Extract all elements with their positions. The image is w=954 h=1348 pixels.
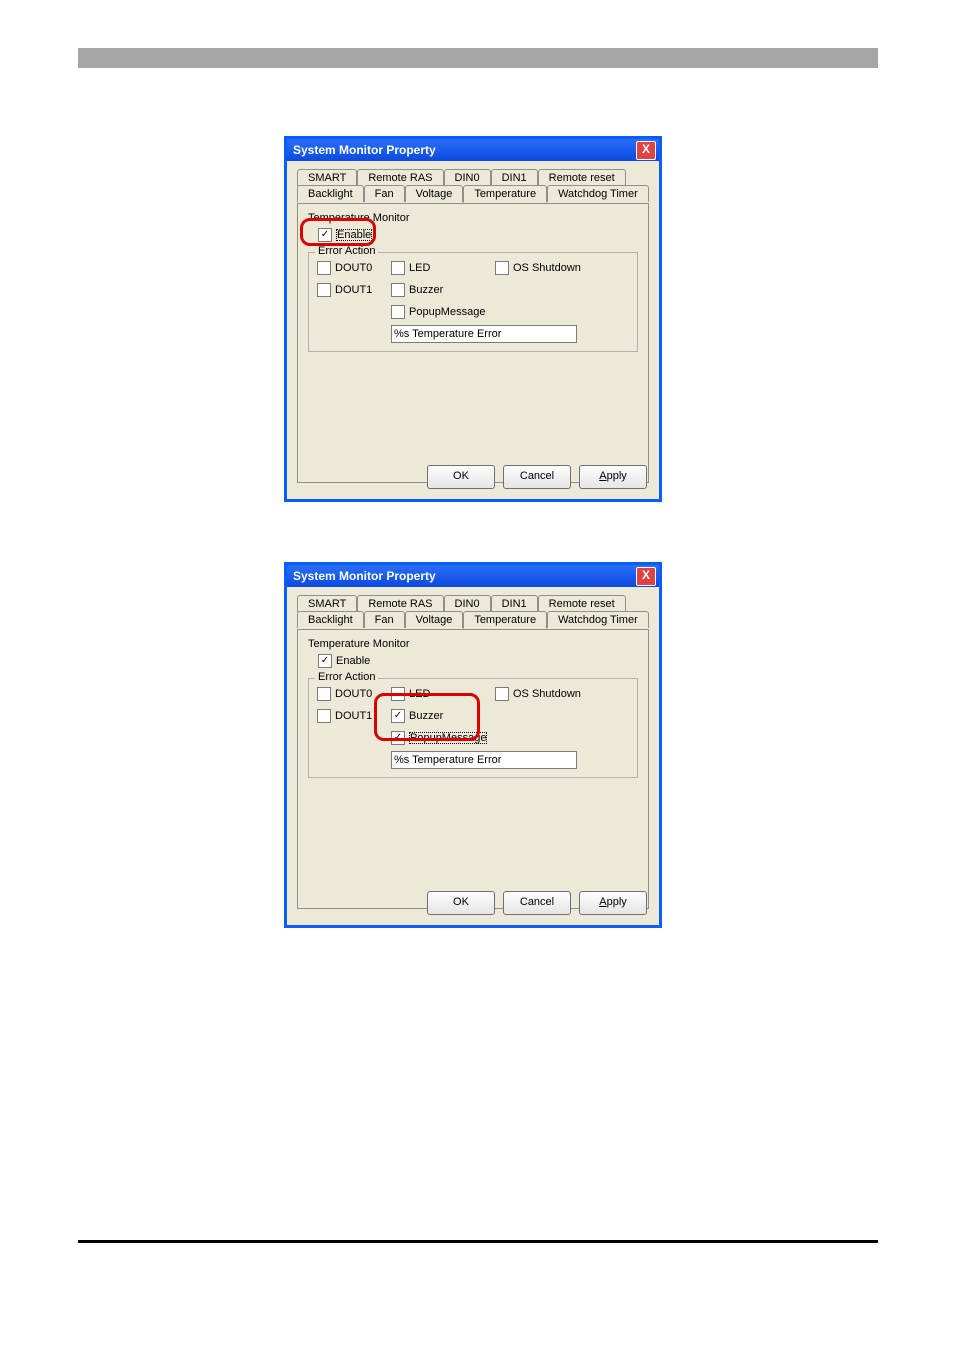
group-title: Temperature Monitor [308,638,638,650]
os-shutdown-checkbox[interactable] [495,261,509,275]
dout1-checkbox[interactable] [317,709,331,723]
cancel-button[interactable]: Cancel [503,891,571,915]
os-shutdown-label: OS Shutdown [513,688,581,700]
led-checkbox[interactable] [391,261,405,275]
buzzer-checkbox[interactable] [391,283,405,297]
dout0-label: DOUT0 [335,688,372,700]
close-button[interactable]: X [636,141,656,160]
led-label: LED [409,688,430,700]
window-title: System Monitor Property [293,569,436,583]
system-monitor-dialog-2: System Monitor Property X SMART Remote R… [284,562,662,928]
enable-label: Enable [336,655,370,667]
popup-label: PopupMessage [409,732,487,744]
dout0-checkbox[interactable] [317,261,331,275]
enable-label: Enable [336,229,372,241]
titlebar[interactable]: System Monitor Property X [287,139,659,161]
error-action-group: Error Action DOUT0 LED OS Shutdown DOUT1… [308,252,638,352]
error-action-group: Error Action DOUT0 LED OS Shutdown DOUT1… [308,678,638,778]
tab-backlight[interactable]: Backlight [297,611,364,628]
buzzer-label: Buzzer [409,284,443,296]
close-icon: X [642,142,650,156]
dout0-label: DOUT0 [335,262,372,274]
system-monitor-dialog-1: System Monitor Property X SMART Remote R… [284,136,662,502]
tab-temperature[interactable]: Temperature [463,611,547,629]
tab-panel: Temperature Monitor Enable Error Action … [297,629,649,909]
window-title: System Monitor Property [293,143,436,157]
led-checkbox[interactable] [391,687,405,701]
tab-panel: Temperature Monitor Enable Error Action … [297,203,649,483]
tab-fan[interactable]: Fan [364,185,405,202]
dialog-buttons: OK Cancel Apply [427,891,647,915]
error-action-legend: Error Action [315,671,378,683]
tab-watchdog[interactable]: Watchdog Timer [547,185,649,202]
enable-checkbox[interactable] [318,654,332,668]
apply-button[interactable]: Apply [579,891,647,915]
ok-button[interactable]: OK [427,465,495,489]
buzzer-checkbox[interactable] [391,709,405,723]
tab-watchdog[interactable]: Watchdog Timer [547,611,649,628]
popup-checkbox[interactable] [391,305,405,319]
page-header-bar [78,48,878,68]
tab-strip: SMART Remote RAS DIN0 DIN1 Remote reset … [297,169,649,203]
os-shutdown-checkbox[interactable] [495,687,509,701]
os-shutdown-label: OS Shutdown [513,262,581,274]
ok-button[interactable]: OK [427,891,495,915]
dout1-label: DOUT1 [335,284,372,296]
tab-temperature[interactable]: Temperature [463,185,547,203]
error-action-legend: Error Action [315,245,378,257]
dout0-checkbox[interactable] [317,687,331,701]
apply-button[interactable]: Apply [579,465,647,489]
buzzer-label: Buzzer [409,710,443,722]
popup-text-input[interactable]: %s Temperature Error [391,751,577,769]
popup-text-input[interactable]: %s Temperature Error [391,325,577,343]
dout1-checkbox[interactable] [317,283,331,297]
close-icon: X [642,568,650,582]
cancel-button[interactable]: Cancel [503,465,571,489]
tab-fan[interactable]: Fan [364,611,405,628]
close-button[interactable]: X [636,567,656,586]
tab-voltage[interactable]: Voltage [405,611,464,628]
tab-backlight[interactable]: Backlight [297,185,364,202]
titlebar[interactable]: System Monitor Property X [287,565,659,587]
dout1-label: DOUT1 [335,710,372,722]
dialog-buttons: OK Cancel Apply [427,465,647,489]
popup-label: PopupMessage [409,306,485,318]
tab-voltage[interactable]: Voltage [405,185,464,202]
led-label: LED [409,262,430,274]
popup-checkbox[interactable] [391,731,405,745]
tab-strip: SMART Remote RAS DIN0 DIN1 Remote reset … [297,595,649,629]
group-title: Temperature Monitor [308,212,638,224]
page-footer-rule [78,1240,878,1243]
enable-checkbox[interactable] [318,228,332,242]
